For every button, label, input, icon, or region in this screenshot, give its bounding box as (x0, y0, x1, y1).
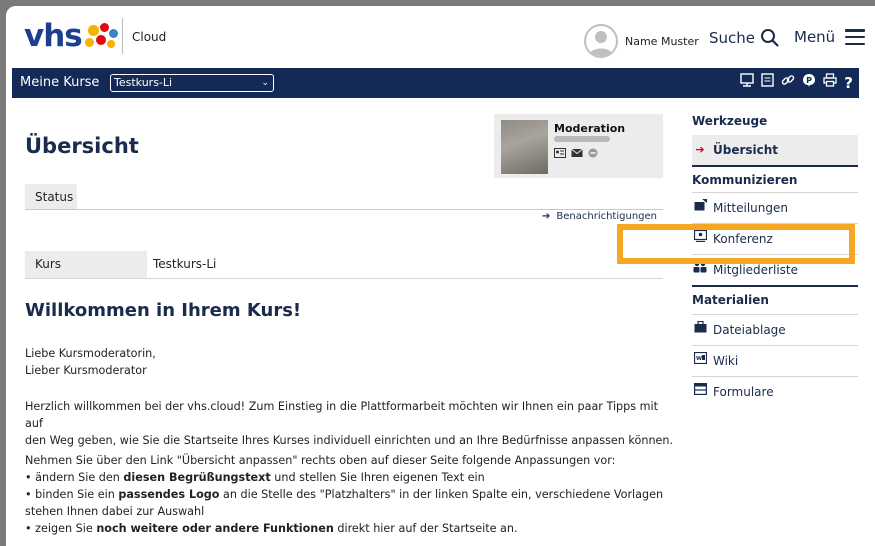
moderator-name-blurred (554, 136, 610, 142)
steps-intro: Nehmen Sie über den Link "Übersicht anpa… (25, 454, 616, 467)
search-icon (761, 29, 779, 47)
svg-text:W: W (696, 356, 702, 362)
step-3: • zeigen Sie noch weitere oder andere Fu… (25, 522, 518, 535)
section-materials: Materialien (692, 287, 858, 315)
moderator-photo (501, 120, 548, 174)
course-navbar: Meine Kurse Testkurs-Li ⌄ P ? (12, 68, 859, 98)
sidebar-item-forms[interactable]: Formulare (692, 377, 858, 407)
course-select-value: Testkurs-Li (114, 76, 173, 89)
course-select[interactable]: Testkurs-Li ⌄ (110, 74, 274, 92)
sidebar-item-label: Übersicht (713, 143, 779, 157)
notifications-link[interactable]: ➔ Benachrichtigungen (542, 211, 657, 222)
chevron-down-icon: ⌄ (261, 78, 269, 88)
step-2-cont: stehen Ihnen dabei zur Auswahl (25, 505, 205, 518)
sidebar-item-overview[interactable]: ➔ Übersicht (692, 135, 858, 167)
tools-sidebar: Werkzeuge ➔ Übersicht Kommunizieren Mitt… (692, 108, 858, 407)
course-key: Kurs (25, 251, 147, 278)
course-value: Testkurs-Li (153, 257, 217, 271)
sidebar-item-label: Dateiablage (713, 323, 786, 337)
conference-icon (692, 224, 708, 254)
intro-paragraph: Herzlich willkommen bei der vhs.cloud! Z… (25, 398, 675, 449)
page-title: Übersicht (25, 134, 139, 158)
info-icon[interactable]: P (802, 73, 816, 93)
moderator-actions (554, 148, 598, 158)
top-header: vhs Cloud Name Muster Suche Menü (6, 6, 875, 68)
tab-divider (25, 209, 663, 210)
sidebar-item-conference[interactable]: Konferenz (692, 224, 858, 255)
user-silhouette-icon (589, 31, 613, 56)
arrow-right-icon: ➔ (542, 211, 551, 222)
print-icon[interactable] (823, 73, 837, 93)
sidebar-item-label: Mitgliederliste (713, 263, 799, 277)
sidebar-item-label: Wiki (713, 354, 739, 368)
hamburger-icon (845, 29, 866, 45)
step-2: • binden Sie ein passendes Logo an die S… (25, 488, 664, 501)
network-icon[interactable] (740, 73, 754, 93)
search-button[interactable]: Suche (709, 28, 780, 48)
form-icon (692, 377, 708, 407)
toolbar: P ? (740, 73, 853, 93)
course-info-row: Kurs Testkurs-Li (25, 251, 663, 279)
step-1: • ändern Sie den diesen Begrüßungstext u… (25, 471, 485, 484)
notifications-label: Benachrichtigungen (556, 211, 657, 222)
moderation-title: Moderation (554, 122, 626, 135)
greeting-line-2: Lieber Kursmoderator (25, 364, 147, 377)
contact-card-icon[interactable] (554, 148, 566, 158)
intro-line-2: den Weg geben, wie Sie die Startseite Ih… (25, 434, 674, 447)
user-name: Name Muster (625, 34, 699, 48)
sidebar-item-members[interactable]: Mitgliederliste (692, 255, 858, 287)
search-label: Suche (709, 29, 756, 47)
link-icon[interactable] (781, 73, 795, 93)
help-icon[interactable]: ? (844, 74, 853, 92)
members-icon (692, 255, 708, 285)
wiki-icon: W (692, 346, 708, 376)
message-icon (692, 193, 708, 223)
sidebar-item-label: Konferenz (713, 232, 773, 246)
logo-text: vhs (24, 18, 83, 54)
steps-paragraph: Nehmen Sie über den Link "Übersicht anpa… (25, 452, 675, 537)
document-icon[interactable] (761, 73, 774, 93)
svg-text:P: P (806, 76, 812, 85)
section-tools: Werkzeuge (692, 114, 768, 128)
greeting: Liebe Kursmoderatorin, Lieber Kursmodera… (25, 345, 675, 379)
status-icon (588, 148, 598, 158)
moderation-card: Moderation (494, 114, 663, 178)
sidebar-item-label: Formulare (713, 385, 774, 399)
avatar[interactable] (584, 24, 618, 58)
product-label: Cloud (132, 30, 167, 44)
my-courses-label: Meine Kurse (20, 75, 100, 90)
greeting-line-1: Liebe Kursmoderatorin, (25, 347, 156, 360)
menu-button[interactable]: Menü (794, 28, 866, 46)
welcome-heading: Willkommen in Ihrem Kurs! (25, 300, 302, 321)
menu-label: Menü (794, 28, 836, 46)
sidebar-item-files[interactable]: Dateiablage (692, 315, 858, 346)
sidebar-item-messages[interactable]: Mitteilungen (692, 192, 858, 224)
app-window: vhs Cloud Name Muster Suche Menü Meine K… (6, 6, 875, 546)
briefcase-icon (692, 315, 708, 345)
sidebar-item-label: Mitteilungen (713, 201, 788, 215)
user-menu[interactable]: Name Muster (584, 24, 699, 58)
tab-status[interactable]: Status (25, 184, 77, 210)
sidebar-item-wiki[interactable]: W Wiki (692, 346, 858, 377)
logo-dots-icon (84, 21, 122, 51)
section-communicate: Kommunizieren (692, 173, 798, 187)
intro-line-1: Herzlich willkommen bei der vhs.cloud! Z… (25, 400, 659, 430)
logo-divider (122, 18, 123, 54)
mail-icon[interactable] (571, 148, 583, 158)
vhs-logo[interactable]: vhs (24, 18, 122, 54)
arrow-right-icon: ➔ (695, 143, 705, 156)
